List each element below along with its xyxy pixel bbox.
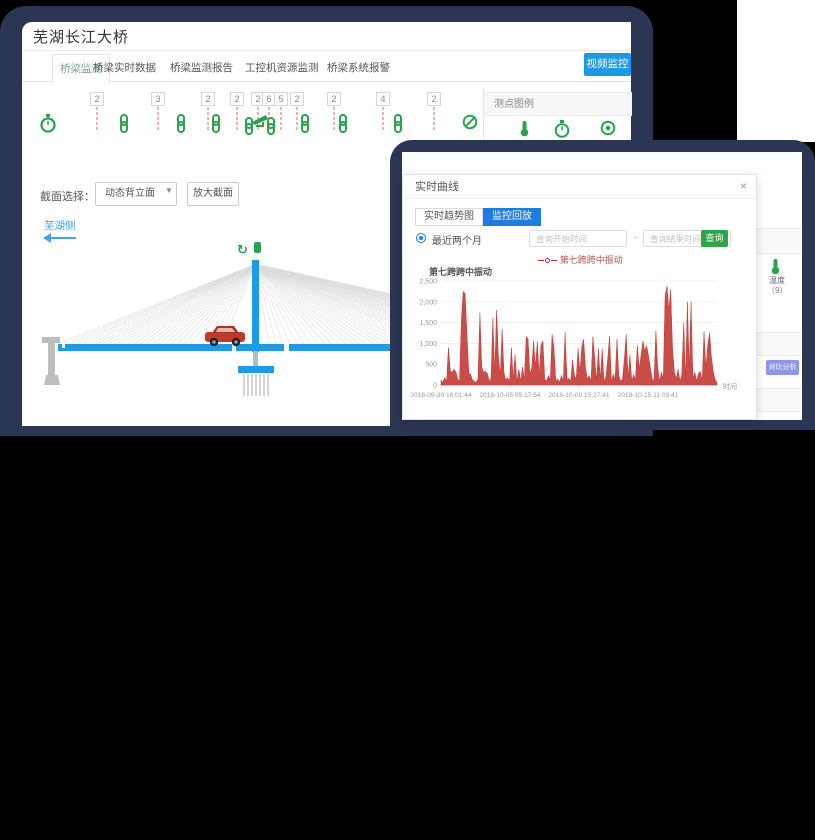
svg-text:1,000: 1,000 bbox=[419, 341, 437, 348]
rotate-icon: ↻ bbox=[237, 242, 248, 257]
sensor-dashed-line bbox=[97, 107, 98, 130]
sensor-count-badge[interactable]: 2 bbox=[201, 92, 215, 106]
dialog-header: 实时曲线 × bbox=[403, 175, 756, 199]
tab-item[interactable]: 桥梁实时数据 bbox=[93, 54, 156, 82]
sensor-dashed-line bbox=[334, 107, 335, 130]
query-start-time-input[interactable] bbox=[529, 230, 627, 247]
car bbox=[205, 326, 245, 346]
sensor-count-badge[interactable]: 2 bbox=[427, 92, 441, 106]
sensor-count-badge[interactable]: 2 bbox=[230, 92, 244, 106]
bridge-side-label: 芜湖侧 bbox=[44, 218, 76, 233]
compare-button[interactable]: 对比分析 bbox=[766, 360, 799, 375]
svg-text:2018-10-05 05:17:54: 2018-10-05 05:17:54 bbox=[479, 392, 541, 399]
sensor-count-badge[interactable]: 2 bbox=[90, 92, 104, 106]
temperature-count: （9） bbox=[767, 285, 787, 296]
sensor-link-icon[interactable] bbox=[299, 114, 311, 138]
svg-text:2018-09-30 16:01:44: 2018-09-30 16:01:44 bbox=[411, 392, 472, 399]
sensor-strip: 23222652242 bbox=[22, 88, 483, 142]
dialog-title: 实时曲线 bbox=[415, 175, 459, 199]
video-monitor-button[interactable]: 视频监控 bbox=[584, 53, 631, 76]
sensor-dashed-line bbox=[297, 107, 298, 130]
legend-series-label: 第七跨跨中振动 bbox=[560, 255, 623, 265]
bridge-tower bbox=[252, 260, 259, 352]
tab-item[interactable]: 桥梁系统报警 bbox=[327, 54, 390, 82]
bridge-pier bbox=[42, 337, 60, 385]
bridge-piles bbox=[244, 374, 268, 396]
main-tab-bar: 桥梁监测桥梁实时数据桥梁监测报告工控机资源监测桥梁系统报警 bbox=[22, 54, 631, 82]
svg-text:500: 500 bbox=[425, 362, 437, 369]
sensor-clock-icon[interactable] bbox=[40, 114, 56, 139]
radio-label: 最近两个月 bbox=[432, 232, 482, 247]
dialog-query-controls: 最近两个月 - 查询 bbox=[403, 230, 758, 248]
tab-item[interactable]: 桥梁监测报告 bbox=[170, 54, 233, 82]
svg-text:时间: 时间 bbox=[723, 382, 737, 391]
realtime-curve-dialog: 实时曲线 × 实时趋势图监控回放 最近两个月 - 查询 第七跨跨中振动 第七跨跨… bbox=[402, 174, 757, 420]
vibration-chart: 0 500 1,000 1,500 2,000 2,500 2018-09-30 16:01… bbox=[411, 273, 751, 410]
sensor-link-icon[interactable] bbox=[337, 114, 349, 138]
tab-realtime-trend[interactable]: 实时趋势图 bbox=[415, 208, 483, 226]
sensor-link-icon[interactable] bbox=[392, 114, 404, 138]
enlarge-section-button[interactable]: 放大截面 bbox=[187, 182, 239, 206]
gauge-icon bbox=[254, 242, 261, 253]
svg-text:2018-10-15 11:03:41: 2018-10-15 11:03:41 bbox=[618, 392, 679, 399]
target-icon bbox=[600, 120, 616, 141]
sensor-count-badge[interactable]: 2 bbox=[290, 92, 304, 106]
legend-marker-icon bbox=[545, 258, 550, 263]
sensor-link-icon[interactable] bbox=[175, 114, 187, 138]
chevron-down-icon: ▼ bbox=[165, 186, 173, 195]
date-separator: - bbox=[634, 232, 637, 242]
legend-panel: 测点图例 bbox=[483, 88, 631, 142]
page-title: 芜湖长江大桥 bbox=[33, 26, 129, 47]
sensor-dashed-line bbox=[281, 107, 282, 130]
close-icon[interactable]: × bbox=[740, 180, 747, 193]
query-button[interactable]: 查询 bbox=[701, 230, 728, 247]
svg-text:1,500: 1,500 bbox=[419, 320, 437, 327]
legend-panel-header: 测点图例 bbox=[484, 92, 632, 116]
svg-text:2018-10-09 15:27:41: 2018-10-09 15:27:41 bbox=[548, 392, 610, 399]
tab-item[interactable]: 工控机资源监测 bbox=[245, 54, 319, 82]
thermometer-icon bbox=[519, 120, 530, 142]
sensor-count-badge[interactable]: 2 bbox=[327, 92, 341, 106]
sensor-joint-icon[interactable] bbox=[244, 114, 276, 141]
svg-text:2,000: 2,000 bbox=[419, 299, 437, 306]
sensor-link-icon[interactable] bbox=[118, 114, 130, 138]
dialog-tab-bar: 实时趋势图监控回放 bbox=[415, 206, 541, 224]
sensor-link-icon[interactable] bbox=[210, 114, 222, 138]
sensor-count-badge[interactable]: 5 bbox=[274, 92, 288, 106]
section-select-label: 截面选择： bbox=[40, 188, 95, 204]
radio-last-two-months[interactable] bbox=[416, 233, 426, 243]
sensor-dashed-line bbox=[237, 107, 238, 130]
legend-panel-title: 测点图例 bbox=[494, 93, 534, 117]
divider bbox=[22, 50, 631, 51]
sensor-dashed-line bbox=[383, 107, 384, 130]
sensor-dashed-line bbox=[434, 107, 435, 130]
sensor-ban-icon[interactable] bbox=[462, 114, 478, 135]
sensor-count-badge[interactable]: 4 bbox=[376, 92, 390, 106]
background-panel bbox=[737, 0, 815, 142]
sensor-dashed-line bbox=[158, 107, 159, 130]
sensor-count-badge[interactable]: 3 bbox=[151, 92, 165, 106]
sensor-dashed-line bbox=[269, 107, 270, 130]
svg-text:2,500: 2,500 bbox=[419, 279, 437, 286]
svg-text:0: 0 bbox=[433, 383, 437, 390]
sensor-dashed-line bbox=[208, 107, 209, 130]
sensor-dashed-line bbox=[258, 107, 259, 130]
tab-monitor-playback[interactable]: 监控回放 bbox=[483, 208, 541, 226]
